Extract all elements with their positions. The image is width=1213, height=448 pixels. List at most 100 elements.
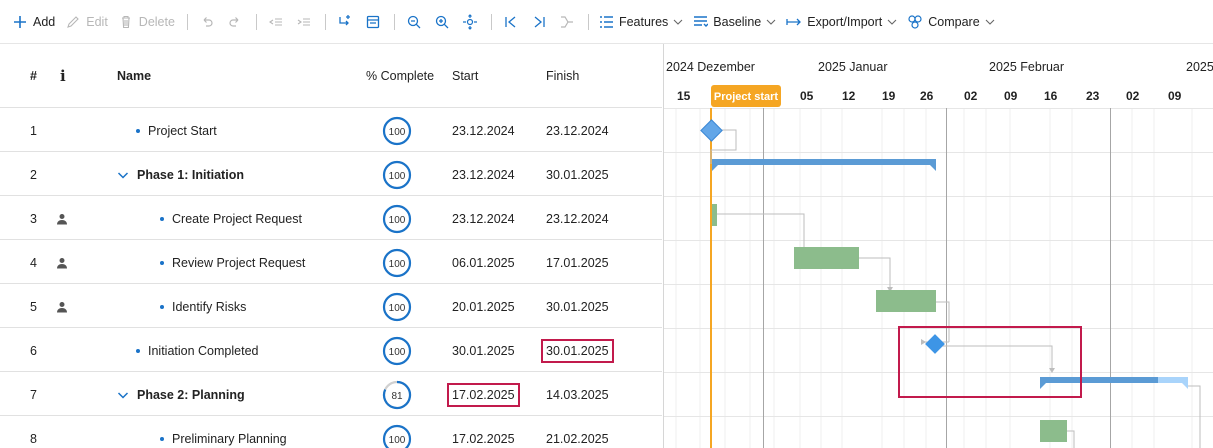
plus-icon [12,14,28,30]
resource-user-icon[interactable] [56,285,68,328]
summary-bar[interactable] [1040,377,1158,383]
finish-date[interactable]: 23.12.2024 [546,197,609,240]
task-bar[interactable] [876,290,936,312]
compare-dropdown[interactable]: Compare [907,14,995,30]
header-name[interactable]: Name [117,44,151,108]
add-dependency-icon[interactable] [336,13,354,31]
table-row[interactable]: 2 Phase 1: Initiation 100 23.12.2024 30.… [0,153,662,196]
header-start[interactable]: Start [452,44,478,108]
milestone-diamond[interactable] [700,119,723,142]
zoom-out-icon[interactable] [405,13,423,31]
bullet-icon [160,260,164,265]
finish-date[interactable]: 21.02.2025 [546,417,609,448]
percent-complete-ring: 100 [382,336,412,366]
gantt-chart[interactable]: 2024 Dezember 2025 Januar 2025 Februar 2… [663,44,1213,448]
row-number: 7 [30,387,37,402]
resource-user-icon[interactable] [56,197,68,240]
week-label: 02 [964,89,978,103]
summary-bar[interactable] [712,159,936,165]
finish-date-cell[interactable]: 30.01.2025 [541,329,614,372]
delete-button[interactable]: Delete [118,14,175,30]
row-number: 6 [30,343,37,358]
milestone-diamond[interactable] [925,334,945,354]
undo-icon[interactable] [198,13,216,31]
compare-icon [907,14,923,30]
header-finish[interactable]: Finish [546,44,579,108]
task-name-text: Identify Risks [172,299,247,314]
finish-date[interactable]: 14.03.2025 [546,373,609,416]
table-row[interactable]: 8 Preliminary Planning 100 17.02.2025 21… [0,417,662,448]
critical-path-icon[interactable] [558,13,576,31]
start-date[interactable]: 23.12.2024 [452,153,515,196]
percent-value: 100 [389,171,406,182]
export-arrow-icon [786,15,802,29]
resource-user-icon[interactable] [56,241,68,284]
zoom-in-icon[interactable] [433,13,451,31]
start-date[interactable]: 30.01.2025 [452,329,515,372]
add-button[interactable]: Add [12,14,55,30]
start-date[interactable]: 23.12.2024 [452,109,515,152]
finish-date[interactable]: 30.01.2025 [546,153,609,196]
week-label: 23 [1086,89,1100,103]
task-name: Project Start [136,109,217,152]
finish-date[interactable]: 23.12.2024 [546,109,609,152]
table-row[interactable]: 4 Review Project Request 100 06.01.2025 … [0,241,662,284]
bullet-icon [136,128,140,133]
fit-to-screen-icon[interactable] [461,13,479,31]
table-row[interactable]: 3 Create Project Request 100 23.12.2024 … [0,197,662,240]
baseline-dropdown[interactable]: Baseline [693,15,776,29]
finish-date[interactable]: 17.01.2025 [546,241,609,284]
week-label: 09 [1168,89,1182,103]
edit-button[interactable]: Edit [65,14,108,30]
gantt-canvas[interactable]: 2024 Dezember 2025 Januar 2025 Februar 2… [664,44,1213,448]
percent-value: 100 [389,435,406,446]
row-separators [664,108,1213,417]
start-date[interactable]: 20.01.2025 [452,285,515,328]
week-label: 19 [882,89,896,103]
export-import-dropdown[interactable]: Export/Import [786,15,897,29]
grid-header: # i Name % Complete Start Finish [0,44,662,108]
chevron-down-icon[interactable] [117,389,129,401]
percent-value: 100 [389,215,406,226]
row-number: 2 [30,167,37,182]
percent-complete-ring: 100 [382,292,412,322]
month-label: 2025 Januar [818,60,888,74]
week-label: 16 [1044,89,1058,103]
table-row[interactable]: 5 Identify Risks 100 20.01.2025 30.01.20… [0,285,662,328]
scroll-to-start-icon[interactable] [502,13,520,31]
month-label: 2025 Februar [989,60,1064,74]
task-details-icon[interactable] [364,13,382,31]
features-dropdown[interactable]: Features [599,15,683,29]
redo-icon[interactable] [226,13,244,31]
row-number: 3 [30,211,37,226]
scroll-to-end-icon[interactable] [530,13,548,31]
start-date[interactable]: 23.12.2024 [452,197,515,240]
chevron-down-icon [673,17,683,27]
start-date[interactable]: 06.01.2025 [452,241,515,284]
chevron-down-icon[interactable] [117,169,129,181]
task-name: Initiation Completed [136,329,258,372]
header-info-icon[interactable]: i [60,44,66,108]
percent-value: 100 [389,127,406,138]
task-bar[interactable] [1040,420,1067,442]
start-date[interactable]: 17.02.2025 [447,382,520,407]
task-name: Phase 1: Initiation [117,153,244,196]
outdent-icon[interactable] [267,13,285,31]
table-row[interactable]: 7 Phase 2: Planning 81 17.02.2025 14.03.… [0,373,662,416]
table-row[interactable]: 6 Initiation Completed 100 30.01.2025 30… [0,329,662,372]
header-row-number[interactable]: # [30,44,37,108]
task-name-text: Initiation Completed [148,343,259,358]
week-label: 09 [1004,89,1018,103]
start-date-cell[interactable]: 17.02.2025 [447,373,520,416]
indent-icon[interactable] [295,13,313,31]
start-date[interactable]: 17.02.2025 [452,417,515,448]
row-number: 5 [30,299,37,314]
header-percent-complete[interactable]: % Complete [366,44,434,108]
percent-complete-ring: 100 [382,424,412,448]
task-bar[interactable] [794,247,859,269]
table-row[interactable]: 1 Project Start 100 23.12.2024 23.12.202… [0,109,662,152]
finish-date[interactable]: 30.01.2025 [546,285,609,328]
bullet-icon [160,436,164,441]
finish-date[interactable]: 30.01.2025 [541,338,614,363]
task-bar[interactable] [712,204,717,226]
